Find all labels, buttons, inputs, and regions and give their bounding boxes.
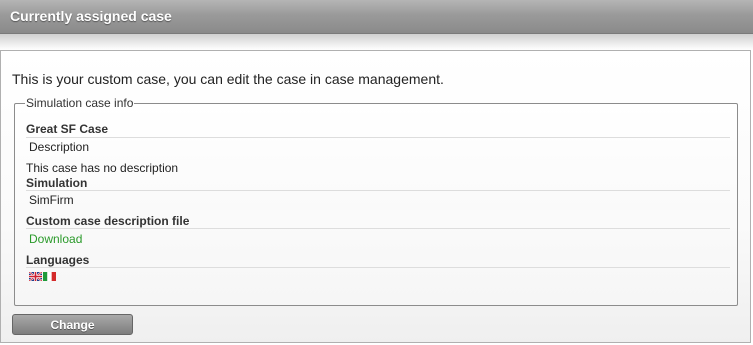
- description-text: This case has no description: [26, 161, 179, 175]
- header-shadow: [0, 34, 753, 50]
- case-name-label: Great SF Case: [26, 122, 109, 136]
- italian-flag-icon: [43, 272, 56, 281]
- fieldset-legend: Simulation case info: [26, 96, 134, 110]
- divider: [26, 137, 730, 138]
- intro-text: This is your custom case, you can edit t…: [12, 71, 444, 87]
- divider: [26, 228, 730, 229]
- change-button[interactable]: Change: [12, 314, 133, 335]
- english-flag-icon: [29, 272, 42, 281]
- download-link[interactable]: Download: [29, 232, 82, 246]
- divider: [26, 190, 730, 191]
- languages-label: Languages: [26, 253, 90, 267]
- page-title: Currently assigned case: [10, 8, 172, 24]
- simulation-value: SimFirm: [29, 193, 74, 207]
- divider: [26, 267, 730, 268]
- simulation-label: Simulation: [26, 176, 88, 190]
- simulation-case-info-fieldset: Simulation case info: [14, 96, 738, 306]
- header-bar: Currently assigned case: [0, 0, 753, 34]
- description-label: Description: [29, 140, 90, 154]
- custom-file-label: Custom case description file: [26, 214, 190, 228]
